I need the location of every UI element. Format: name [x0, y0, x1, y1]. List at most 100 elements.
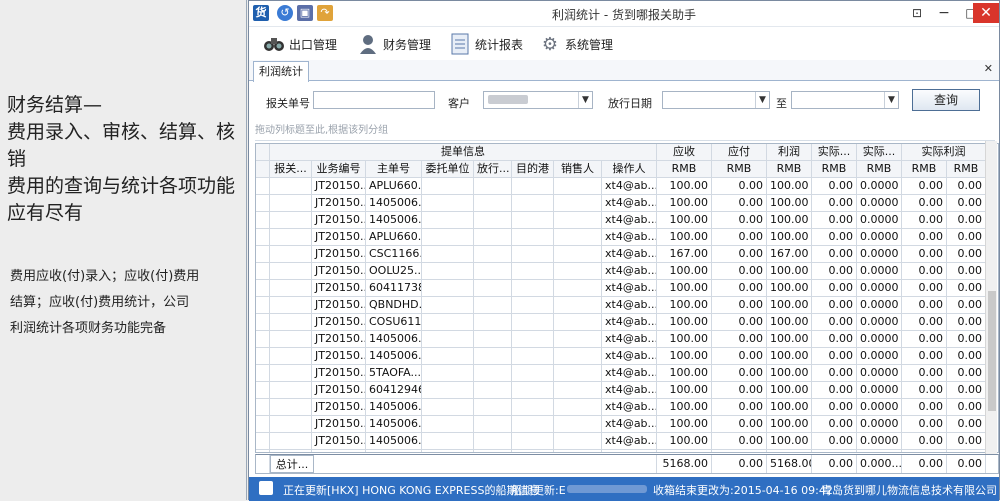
summary-button[interactable]: 总计...	[270, 455, 314, 473]
table-cell: APLU660...	[366, 229, 422, 246]
close-button[interactable]: ✕	[973, 3, 999, 23]
table-cell: JT20150...	[312, 331, 366, 348]
table-cell: 0.0000	[857, 246, 902, 263]
query-button[interactable]: 查询	[912, 89, 980, 111]
ribbon-export-button[interactable]: 出口管理	[263, 30, 337, 58]
table-cell	[512, 416, 554, 433]
table-cell: 100.00	[767, 195, 812, 212]
redacted-customer	[488, 95, 528, 104]
release-date-from[interactable]: ▼	[662, 91, 770, 109]
table-cell: 100.00	[657, 399, 712, 416]
group-by-hint: 拖动列标题至此,根据该列分组	[255, 121, 995, 141]
table-cell: 100.00	[657, 229, 712, 246]
row-indicator	[256, 365, 270, 382]
table-cell: xt4@ab...	[602, 331, 657, 348]
table-cell	[422, 297, 474, 314]
table-row[interactable]: JT20150...1405006...xt4@ab...100.000.001…	[256, 348, 998, 365]
ribbon-report-button[interactable]: 统计报表	[449, 30, 523, 58]
minimize-button[interactable]: −	[931, 3, 957, 23]
release-date-to[interactable]: ▼	[791, 91, 899, 109]
vertical-scrollbar[interactable]	[985, 141, 997, 454]
table-cell: 100.00	[767, 433, 812, 450]
chevron-down-icon[interactable]: ▼	[578, 92, 592, 108]
table-cell	[270, 195, 312, 212]
table-cell	[554, 280, 602, 297]
table-cell	[474, 246, 512, 263]
table-cell: 0.00	[947, 416, 986, 433]
table-cell: 0.00	[947, 246, 986, 263]
table-row[interactable]: JT20150...1405006...xt4@ab...100.000.001…	[256, 331, 998, 348]
customs-no-input[interactable]	[313, 91, 435, 109]
table-row[interactable]: JT20150...CSC1166...xt4@ab...167.000.001…	[256, 246, 998, 263]
header-group: 应付	[712, 144, 767, 161]
chevron-down-icon[interactable]: ▼	[884, 92, 898, 108]
table-cell: 100.00	[657, 280, 712, 297]
status-update-text: 正在更新[HKX] HONG KONG EXPRESS的船期信息	[283, 484, 540, 497]
chevron-down-icon[interactable]: ▼	[755, 92, 769, 108]
table-cell: 0.00	[712, 416, 767, 433]
table-row[interactable]: JT20150...1405006...xt4@ab...100.000.001…	[256, 399, 998, 416]
table-cell: 0.0000	[857, 416, 902, 433]
table-row[interactable]: JT20150... 5TAOFA... xt4@ab... 100.00 0.00 10…	[256, 365, 998, 382]
table-cell: JT20150...	[312, 195, 366, 212]
table-cell: 0.00	[947, 280, 986, 297]
column-header: RMB	[712, 161, 767, 178]
ribbon-finance-button[interactable]: 财务管理	[357, 30, 431, 58]
table-cell	[474, 416, 512, 433]
scrollbar-thumb[interactable]	[988, 291, 996, 411]
table-cell	[422, 416, 474, 433]
table-cell: 0.00	[812, 450, 857, 452]
close-tab-icon[interactable]: ✕	[984, 62, 993, 75]
table-cell: 0.00	[812, 263, 857, 280]
table-cell: xt4@ab...	[602, 246, 657, 263]
restore-icon[interactable]: ⊡	[904, 3, 930, 23]
promo-description-line: 费用应收(付)录入；应收(付)费用	[10, 269, 200, 284]
table-cell: 100.00	[767, 450, 812, 452]
row-indicator	[256, 382, 270, 399]
table-row[interactable]: JT20150...604117381xt4@ab...100.000.0010…	[256, 280, 998, 297]
table-cell: JT20150...	[312, 399, 366, 416]
table-cell: 100.00	[767, 399, 812, 416]
summary-total: 0.00	[812, 455, 857, 473]
table-row[interactable]: JT20150...1405006...xt4@ab...100.000.001…	[256, 416, 998, 433]
table-cell: 100.00	[767, 382, 812, 399]
table-cell: 0.00	[902, 212, 947, 229]
table-cell: JT20150...	[312, 178, 366, 195]
table-cell: 0.00	[947, 365, 986, 382]
ribbon-system-button[interactable]: ⚙ 系统管理	[539, 30, 613, 58]
table-row[interactable]: JT20150... OOLU25... xt4@ab... 100.00 0.00 10…	[256, 263, 998, 280]
table-row[interactable]: JT20150...QBNDHD...xt4@ab...100.000.0010…	[256, 297, 998, 314]
customer-select[interactable]: ▼	[483, 91, 593, 109]
table-row[interactable]: JT20150...604129460xt4@ab...100.000.0010…	[256, 382, 998, 399]
table-cell	[554, 433, 602, 450]
table-row[interactable]: JT20150...APLU660...xt4@ab...100.000.001…	[256, 178, 998, 195]
table-row[interactable]: JT20150...APLU660...xt4@ab...100.000.001…	[256, 229, 998, 246]
table-cell: 0.0000	[857, 229, 902, 246]
table-cell	[474, 314, 512, 331]
table-cell: 1405006...	[366, 195, 422, 212]
table-cell: 0.00	[812, 280, 857, 297]
table-cell: 1405006...	[366, 399, 422, 416]
table-cell	[270, 178, 312, 195]
table-cell: 0.00	[902, 348, 947, 365]
table-cell: 100.00	[657, 433, 712, 450]
table-cell: 0.0000	[857, 331, 902, 348]
summary-total: 0.00	[712, 455, 767, 473]
table-cell: 5TAOFA...	[366, 365, 422, 382]
summary-row: 总计... 5168.00 0.00 5168.00 0.00 0.000... 0.00 0…	[255, 454, 999, 474]
summary-total: 0.00	[902, 455, 947, 473]
column-header: 目的港	[512, 161, 554, 178]
table-cell	[422, 178, 474, 195]
table-row[interactable]: JT20150...1405006...xt4@ab...100.000.001…	[256, 195, 998, 212]
column-header: 业务编号	[312, 161, 366, 178]
table-row[interactable]: JT20150...1405006...xt4@ab...100.000.001…	[256, 450, 998, 452]
tab-strip: 利润统计 ✕	[249, 60, 999, 82]
table-row[interactable]: JT20150...1405006...xt4@ab...100.000.001…	[256, 433, 998, 450]
table-row[interactable]: JT20150...COSU611...xt4@ab...100.000.001…	[256, 314, 998, 331]
table-cell	[512, 263, 554, 280]
tab-profit-stats[interactable]: 利润统计	[253, 61, 309, 82]
promo-heading-line: 费用的查询与统计各项功能	[7, 175, 236, 197]
table-cell	[554, 178, 602, 195]
filter-bar: 报关单号 客户 ▼ 放行日期 ▼ 至 ▼ 查询	[249, 83, 999, 117]
table-row[interactable]: JT20150...1405006...xt4@ab...100.000.001…	[256, 212, 998, 229]
